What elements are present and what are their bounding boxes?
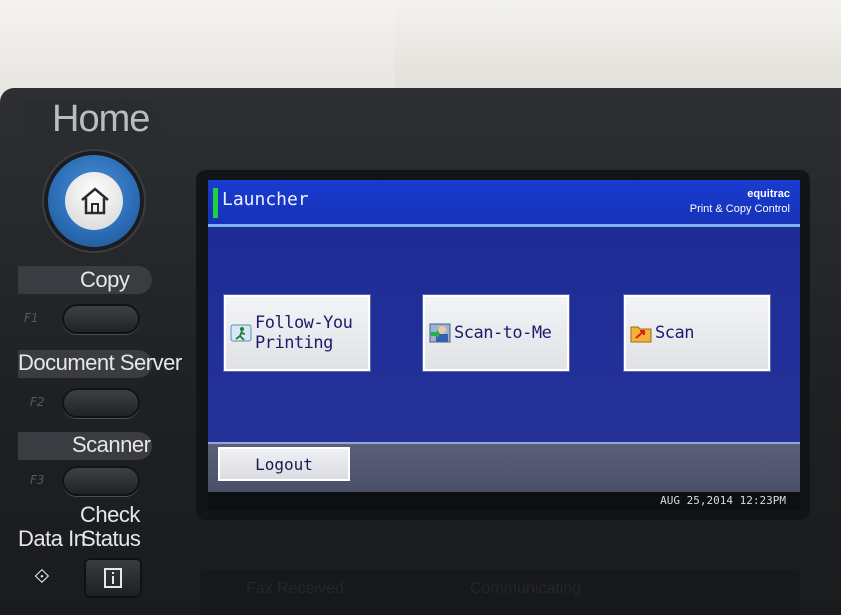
copy-button[interactable]: [62, 304, 140, 334]
brand-tagline: Print & Copy Control: [689, 203, 790, 215]
scan-to-me-label: Scan-to-Me: [454, 323, 552, 343]
date-time: AUG 25,2014 12:23PM: [660, 494, 786, 507]
check-status-button[interactable]: [84, 558, 142, 598]
home-title: Home: [52, 98, 150, 140]
data-in-label: Data In: [18, 526, 86, 551]
scanner-button[interactable]: [62, 466, 140, 496]
screen-title: Launcher: [222, 189, 309, 210]
f2-label: F2: [30, 395, 45, 409]
title-accent-mark: [213, 188, 218, 218]
communicating-indicator: Communicating: [470, 580, 582, 597]
info-icon: [104, 568, 122, 588]
title-bar: Launcher equitrac Print & Copy Control: [208, 180, 800, 227]
scan-folder-icon: [630, 326, 652, 343]
follow-you-icon: [230, 324, 252, 342]
status-label: Status: [81, 526, 141, 551]
home-button[interactable]: [48, 155, 140, 247]
bottom-bar: Logout: [208, 442, 800, 494]
scanner-label: Scanner: [72, 432, 151, 457]
scan-label: Scan: [655, 323, 694, 343]
f3-label: F3: [30, 473, 45, 487]
scan-to-me-button[interactable]: Scan-to-Me: [423, 295, 569, 371]
scan-button[interactable]: Scan: [624, 295, 770, 371]
house-icon: [81, 187, 109, 215]
copy-label: Copy: [80, 267, 130, 292]
follow-you-printing-label: Follow-You Printing: [255, 313, 353, 353]
check-label: Check: [80, 502, 140, 527]
logout-button[interactable]: Logout: [218, 447, 350, 481]
data-in-icon: ⟐: [34, 564, 50, 588]
document-server-button[interactable]: [62, 388, 140, 418]
follow-you-printing-button[interactable]: Follow-You Printing: [224, 295, 370, 371]
document-server-label: Document Server: [18, 350, 182, 375]
f1-label: F1: [24, 311, 39, 325]
brand-logo: equitrac: [747, 188, 790, 200]
fax-received-indicator: Fax Received: [246, 580, 344, 597]
home-button-face[interactable]: [65, 172, 123, 230]
touch-screen: Launcher equitrac Print & Copy Control F…: [208, 180, 800, 510]
background-ledge: [395, 0, 841, 90]
scan-to-me-icon: [429, 323, 451, 343]
status-bar: AUG 25,2014 12:23PM: [208, 492, 800, 510]
